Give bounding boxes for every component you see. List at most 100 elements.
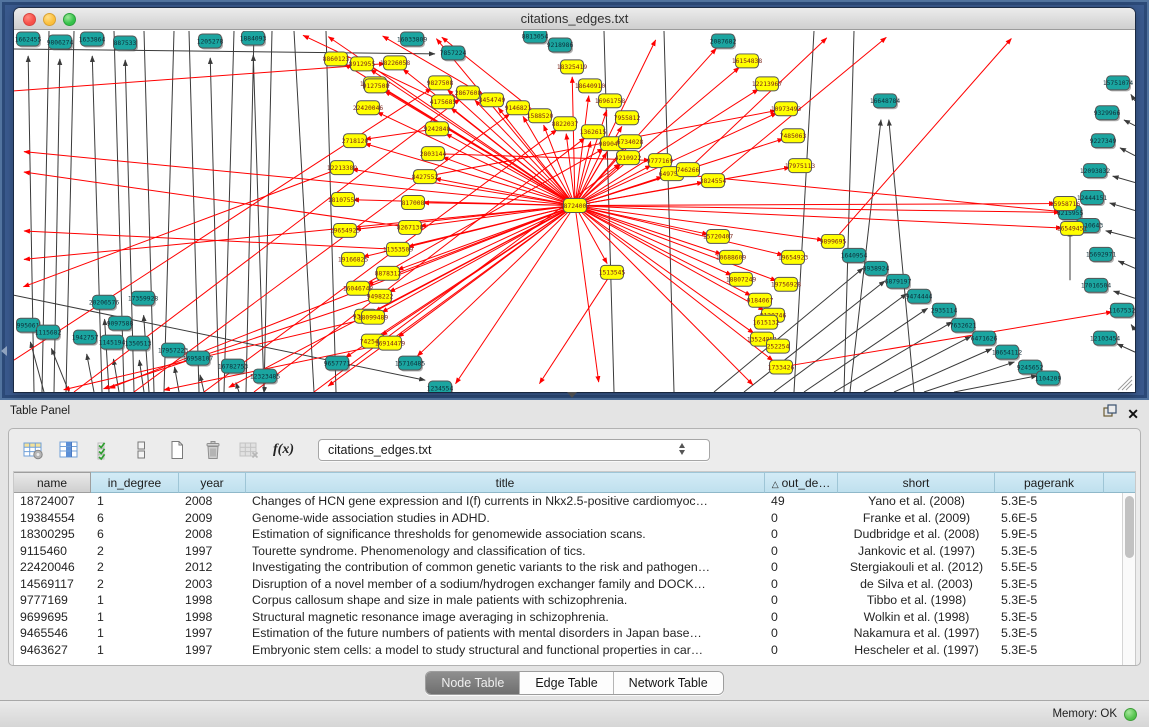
table-settings-icon[interactable] <box>21 439 45 461</box>
graph-node-19756928[interactable]: 19756928 <box>771 277 802 291</box>
graph-node-1362615[interactable]: 1362615 <box>580 125 607 139</box>
graph-node-1104209[interactable]: 1104209 <box>1035 371 1062 386</box>
graph-node-2718120[interactable]: 2718120 <box>342 134 369 148</box>
graph-node-1640954[interactable]: 1640954 <box>841 248 868 263</box>
graph-node-15958716[interactable]: 15958716 <box>1050 197 1081 211</box>
graph-node-9227349[interactable]: 9227349 <box>1090 134 1117 149</box>
graph-node-16782753[interactable]: 16782753 <box>218 359 249 374</box>
left-splitpane-collapse-handle[interactable] <box>1 346 7 356</box>
graph-node-2867608[interactable]: 2867608 <box>455 86 482 100</box>
table-row[interactable]: 946362711997Embryonic stem cells: a mode… <box>14 642 1122 659</box>
graph-node-9806274[interactable]: 9806274 <box>47 35 74 50</box>
graph-node-4210922[interactable]: 4210922 <box>615 151 642 165</box>
graph-node-817008[interactable]: 817008 <box>402 196 425 210</box>
graph-node-1145194[interactable]: 1145194 <box>99 335 126 350</box>
graph-node-1513545[interactable]: 1513545 <box>599 265 626 279</box>
bottom-splitpane-collapse-handle[interactable] <box>567 392 577 398</box>
table-row[interactable]: 1456911722003Disruption of a novel membe… <box>14 576 1122 593</box>
graph-node-9657771[interactable]: 9657771 <box>324 356 351 371</box>
graph-node-1662455[interactable]: 1662455 <box>15 32 42 47</box>
graph-node-9329966[interactable]: 9329966 <box>1094 106 1121 121</box>
table-row[interactable]: 969969511998Structural magnetic resonanc… <box>14 609 1122 626</box>
row-height-icon[interactable] <box>129 439 153 461</box>
table-row[interactable]: 2242004622012Investigating the contribut… <box>14 559 1122 576</box>
graph-node-18226058[interactable]: 18226058 <box>380 56 411 70</box>
graph-node-18099489[interactable]: 18099489 <box>358 310 389 324</box>
graph-node-8813054[interactable]: 8813054 <box>522 31 549 44</box>
graph-node-10973493[interactable]: 10973493 <box>771 102 802 116</box>
graph-node-9474444[interactable]: 9474444 <box>906 289 933 304</box>
graph-node-16961758[interactable]: 16961758 <box>595 94 626 108</box>
graph-node-8912955[interactable]: 8912955 <box>349 57 376 71</box>
graph-node-16914479[interactable]: 16914479 <box>375 336 406 350</box>
graph-node-18724007[interactable]: 18724007 <box>560 199 591 213</box>
graph-node-16549451[interactable]: 16549451 <box>1057 221 1088 235</box>
graph-node-1615132[interactable]: 1615132 <box>753 315 780 329</box>
table-source-select[interactable]: citations_edges.txt <box>318 439 710 461</box>
graph-node-252254[interactable]: 252254 <box>767 339 790 353</box>
graph-node-19166825[interactable]: 19166825 <box>338 252 369 266</box>
graph-node-7485063[interactable]: 7485063 <box>780 129 807 143</box>
network-canvas[interactable]: 1662455980627416338648875331205278188409… <box>14 31 1135 392</box>
function-builder-icon[interactable]: f(x) <box>273 442 294 458</box>
graph-node-7632621[interactable]: 7632621 <box>950 318 977 333</box>
graph-node-6879197[interactable]: 6879197 <box>885 274 912 289</box>
new-table-icon[interactable] <box>165 439 189 461</box>
graph-node-1115682[interactable]: 1115682 <box>35 325 62 340</box>
graph-node-15716485[interactable]: 15716485 <box>395 356 426 371</box>
graph-node-19654925[interactable]: 19654925 <box>330 223 361 237</box>
graph-node-12103454[interactable]: 12103454 <box>1090 331 1121 346</box>
window-titlebar[interactable]: citations_edges.txt <box>14 8 1135 30</box>
delete-table-icon[interactable] <box>201 439 225 461</box>
graph-node-8267130[interactable]: 8267130 <box>397 220 424 234</box>
graph-node-7955812[interactable]: 7955812 <box>614 111 641 125</box>
select-all-check-icon[interactable] <box>93 439 117 461</box>
graph-node-16958107[interactable]: 16958107 <box>183 351 214 366</box>
graph-node-19654923[interactable]: 19654923 <box>778 250 809 264</box>
graph-node-746266[interactable]: 746266 <box>677 163 700 177</box>
graph-node-1234554[interactable]: 1234554 <box>427 381 454 392</box>
graph-node-17359928[interactable]: 17359928 <box>128 291 159 306</box>
graph-node-8938924[interactable]: 8938924 <box>863 261 890 276</box>
graph-node-9218986[interactable]: 9218986 <box>547 38 574 53</box>
close-icon[interactable]: ✕ <box>1127 406 1139 422</box>
graph-node-20206576[interactable]: 20206576 <box>89 295 120 310</box>
graph-node-1633864[interactable]: 1633864 <box>79 32 106 47</box>
graph-node-15751074[interactable]: 15751074 <box>1103 76 1134 91</box>
graph-node-22420046[interactable]: 22420046 <box>353 101 384 115</box>
graph-node-2935114[interactable]: 2935114 <box>931 303 958 318</box>
graph-node-12093832[interactable]: 12093832 <box>1080 164 1111 179</box>
graph-node-4175685[interactable]: 4175685 <box>430 95 457 109</box>
graph-node-18807249[interactable]: 18807249 <box>726 272 757 286</box>
graph-node-9777169[interactable]: 9777169 <box>647 154 674 168</box>
graph-node-18325419[interactable]: 18325419 <box>557 60 588 74</box>
graph-node-6734028[interactable]: 6734028 <box>617 135 644 149</box>
graph-node-1884093[interactable]: 1884093 <box>240 31 267 46</box>
graph-node-9127508[interactable]: 9127508 <box>363 79 390 93</box>
graph-node-12323485[interactable]: 12323485 <box>250 369 281 384</box>
graph-node-12213967[interactable]: 12213967 <box>752 77 783 91</box>
graph-node-1167532[interactable]: 1167532 <box>1109 303 1135 318</box>
tab-edge-table[interactable]: Edge Table <box>520 672 613 694</box>
column-header-name[interactable]: name <box>14 472 91 493</box>
graph-node-16154838[interactable]: 16154838 <box>732 54 763 68</box>
graph-node-9097588[interactable]: 9097588 <box>107 316 134 331</box>
graph-node-9242848[interactable]: 9242848 <box>424 122 451 136</box>
graph-node-10688609[interactable]: 10688609 <box>716 250 747 264</box>
graph-node-15720407[interactable]: 15720407 <box>703 229 734 243</box>
graph-node-8860123[interactable]: 8860123 <box>323 52 350 66</box>
graph-node-16033809[interactable]: 16033809 <box>397 32 428 47</box>
graph-node-12213389[interactable]: 12213389 <box>327 161 358 175</box>
graph-node-2803144[interactable]: 2803144 <box>420 147 447 161</box>
graph-node-17975113[interactable]: 17975113 <box>785 159 816 173</box>
graph-node-8878312[interactable]: 8878312 <box>375 266 402 280</box>
graph-node-1942757[interactable]: 1942757 <box>72 330 99 345</box>
graph-node-1588520[interactable]: 1588520 <box>527 109 554 123</box>
graph-node-11353509[interactable]: 11353509 <box>383 242 414 256</box>
column-header-year[interactable]: year <box>179 472 246 493</box>
table-row[interactable]: 1872400712008Changes of HCN gene express… <box>14 493 1122 510</box>
column-header-short[interactable]: short <box>838 472 995 493</box>
table-row[interactable]: 946554611997Estimation of the future num… <box>14 625 1122 642</box>
graph-node-9184067[interactable]: 9184067 <box>747 293 774 307</box>
column-header-in_degree[interactable]: in_degree <box>91 472 179 493</box>
